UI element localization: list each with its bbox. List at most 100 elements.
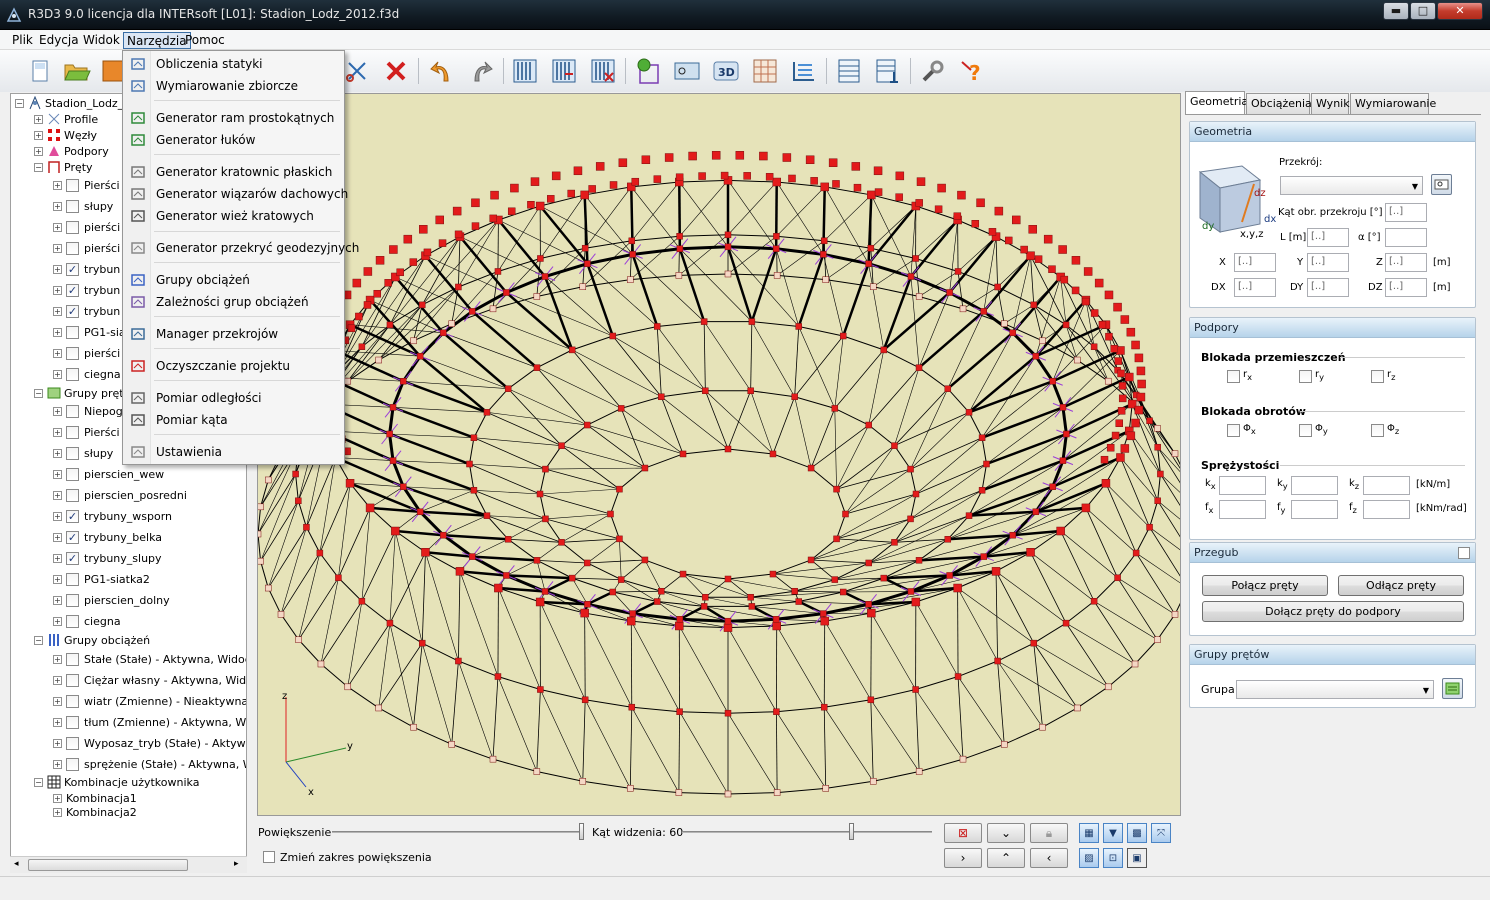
dolacz-prety-button[interactable]: Dołącz pręty do podpory: [1202, 601, 1464, 622]
L-input[interactable]: [..]: [1307, 228, 1349, 247]
DY-input[interactable]: [..]: [1307, 278, 1349, 297]
tree-item-tree.grupy_pretow_children[interactable]: + słupy: [53, 443, 113, 463]
tree-checkbox[interactable]: [66, 694, 79, 708]
kx-input[interactable]: [1219, 476, 1266, 495]
menu-item-14[interactable]: Ustawienia: [125, 441, 343, 463]
tree-checkbox[interactable]: [66, 425, 79, 439]
tree-checkbox[interactable]: ✓: [66, 304, 79, 318]
open-file-button[interactable]: [62, 56, 92, 86]
tree-item-tree.grupy_pretow_children[interactable]: + pierscien_wew: [53, 464, 164, 484]
mesh-button[interactable]: [750, 56, 780, 86]
menu-item-1[interactable]: Wymiarowanie zbiorcze: [125, 75, 343, 97]
tree-checkbox[interactable]: [66, 367, 79, 381]
change-zoom-checkbox[interactable]: [263, 851, 275, 863]
nav-up-button[interactable]: ⌃: [987, 848, 1025, 868]
menu-item-10[interactable]: Manager przekrojów: [125, 323, 343, 345]
tree-horizontal-scrollbar[interactable]: ◂ ▸: [10, 856, 247, 873]
nav-right-button[interactable]: ›: [944, 848, 982, 868]
nav-down-button[interactable]: ⌄: [987, 823, 1025, 843]
menu-item-6[interactable]: Generator wież kratowych: [125, 205, 343, 227]
fz-input[interactable]: [1363, 500, 1410, 519]
section-view-button[interactable]: [672, 56, 702, 86]
tree-checkbox[interactable]: ✓: [66, 262, 79, 276]
tree-item-tree.grupy_obciazen_children[interactable]: + Ciężar własny - Aktywna, Widoc: [53, 670, 246, 690]
nav-left-button[interactable]: ‹: [1030, 848, 1068, 868]
tree-item-tree.grupy_pretow_children[interactable]: + ✓ trybuny_wsporn: [53, 506, 172, 526]
menu-plik[interactable]: Plik: [9, 32, 36, 49]
tree-checkbox[interactable]: [66, 715, 79, 729]
menu-edycja[interactable]: Edycja: [36, 32, 82, 49]
tree-checkbox[interactable]: [66, 593, 79, 607]
tree-checkbox[interactable]: [66, 178, 79, 192]
tree-checkbox[interactable]: ✓: [66, 509, 79, 523]
calculate-button[interactable]: [633, 56, 663, 86]
tree-checkbox[interactable]: [66, 241, 79, 255]
view-grid-button[interactable]: ▩: [1127, 823, 1147, 843]
section-manager-button[interactable]: [1431, 174, 1452, 195]
minimize-button[interactable]: ▬: [1383, 2, 1409, 20]
phiz-checkbox[interactable]: [1371, 424, 1384, 437]
menu-narzedzia[interactable]: Narzędzia: [123, 32, 191, 49]
tree-item-prety[interactable]: − Pręty: [34, 157, 93, 177]
tree-checkbox[interactable]: [66, 572, 79, 586]
tree-item-tree.grupy_pretow_children[interactable]: + Niepog: [53, 401, 123, 421]
tree-checkbox[interactable]: [66, 199, 79, 213]
view-zoom-button[interactable]: ⊡: [1103, 848, 1123, 868]
tree-checkbox[interactable]: [66, 467, 79, 481]
tree-item-tree.grupy_pretow_children[interactable]: + PG1-siatka2: [53, 569, 150, 589]
przekroj-select[interactable]: ▼: [1280, 176, 1423, 195]
tree-item-tree.prety_children[interactable]: + PG1-sia: [53, 322, 126, 342]
menu-item-3[interactable]: Generator łuków: [125, 129, 343, 151]
new-file-button[interactable]: [25, 56, 55, 86]
menu-item-9[interactable]: Zależności grup obciążeń: [125, 291, 343, 313]
nav-reset-button[interactable]: ⊠: [944, 823, 982, 843]
tab-wymiarowanie[interactable]: Wymiarowanie: [1350, 93, 1436, 114]
tree-item-tree.grupy_pretow_children[interactable]: + ✓ trybuny_belka: [53, 527, 162, 547]
odlacz-prety-button[interactable]: Odłącz pręty: [1338, 575, 1464, 596]
tree-checkbox[interactable]: [66, 757, 79, 771]
view-front-button[interactable]: ▦: [1079, 823, 1099, 843]
tree-item-tree.grupy_obciazen_children[interactable]: + tłum (Zmienne) - Aktywna, Wido: [53, 712, 246, 732]
tree-checkbox[interactable]: ✓: [66, 283, 79, 297]
tree-item-tree.prety_children[interactable]: + słupy: [53, 196, 113, 216]
table-button[interactable]: [834, 56, 864, 86]
tree-item-tree.grupy_pretow_children[interactable]: + pierscien_dolny: [53, 590, 170, 610]
menu-item-0[interactable]: Obliczenia statyki: [125, 53, 343, 75]
ky-input[interactable]: [1291, 476, 1338, 495]
menu-item-12[interactable]: Pomiar odległości: [125, 387, 343, 409]
tree-item-tree.prety_children[interactable]: + ✓ trybun: [53, 259, 120, 279]
polacz-prety-button[interactable]: Połącz pręty: [1202, 575, 1328, 596]
help-button[interactable]: ?: [957, 56, 987, 86]
close-button[interactable]: ✕: [1437, 2, 1483, 20]
tree-checkbox[interactable]: [66, 220, 79, 234]
kat-input[interactable]: [..]: [1385, 203, 1427, 222]
tree-item-grupy-obciazen[interactable]: − Grupy obciążeń: [34, 630, 150, 650]
delete-button[interactable]: [381, 56, 411, 86]
tree-item-tree.prety_children[interactable]: + pierści: [53, 238, 120, 258]
tree-item-tree.prety_children[interactable]: + ✓ trybun: [53, 301, 120, 321]
tree-checkbox[interactable]: [66, 614, 79, 628]
menu-item-5[interactable]: Generator wiązarów dachowych: [125, 183, 348, 205]
tree-item-tree.grupy_pretow_children[interactable]: + pierscien_posredni: [53, 485, 187, 505]
select-all-button[interactable]: [510, 56, 540, 86]
rx-checkbox[interactable]: [1227, 370, 1240, 383]
redo-button[interactable]: [466, 56, 496, 86]
tree-checkbox[interactable]: [66, 446, 79, 460]
menu-item-4[interactable]: Generator kratownic płaskich: [125, 161, 343, 183]
Y-input[interactable]: [..]: [1307, 253, 1349, 272]
3d-view-button[interactable]: 3D: [711, 56, 741, 86]
fov-slider-thumb[interactable]: [849, 823, 854, 840]
3d-viewport[interactable]: z y x: [257, 93, 1181, 816]
tree-checkbox[interactable]: [66, 346, 79, 360]
menu-item-13[interactable]: Pomiar kąta: [125, 409, 343, 431]
DX-input[interactable]: [..]: [1234, 278, 1276, 297]
rz-checkbox[interactable]: [1371, 370, 1384, 383]
cut-tool-button[interactable]: [342, 56, 372, 86]
tree-item-tree.prety_children[interactable]: + pierści: [53, 217, 120, 237]
tree-checkbox[interactable]: [66, 652, 79, 666]
tree-item-tree.grupy_pretow_children[interactable]: + ciegna: [53, 611, 121, 631]
tree-item-grupy-pretow[interactable]: − Grupy prętó: [34, 383, 130, 403]
tree-checkbox[interactable]: [66, 325, 79, 339]
tab-wyniki[interactable]: Wyniki: [1311, 93, 1353, 114]
tree-checkbox[interactable]: ✓: [66, 551, 79, 565]
